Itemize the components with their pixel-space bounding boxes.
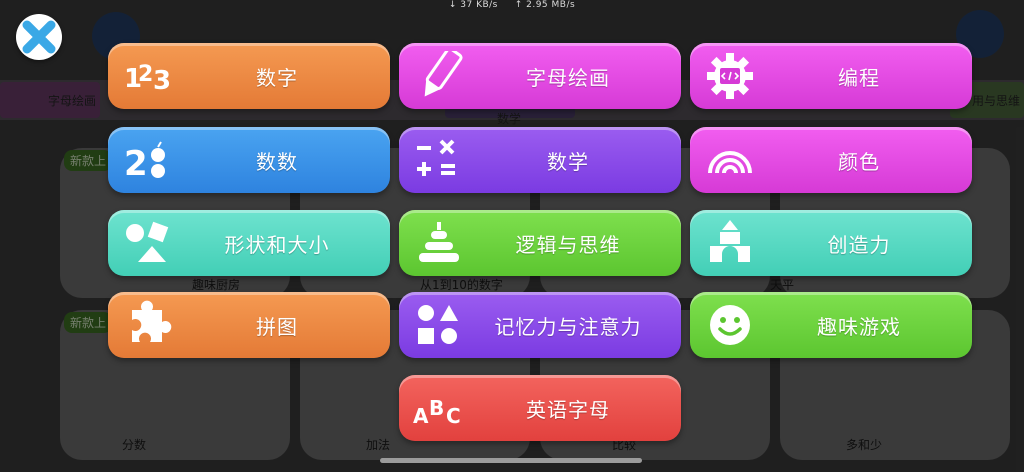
category-numbers-button[interactable]: 1 2 3 数字 [108,43,390,109]
download-arrow-icon: ↓ [448,0,457,10]
category-label: 颜色 [838,149,880,174]
category-math-button[interactable]: 数学 [399,127,681,193]
upload-arrow-icon: ↑ [514,0,523,10]
pencil-icon [424,51,463,97]
category-creativity-button[interactable]: 创造力 [690,210,972,276]
counting-apples-icon: 2 [124,141,165,184]
svg-text:C: C [446,404,462,428]
category-label: 逻辑与思维 [515,232,621,257]
abc-letters-icon: A B C [413,396,462,428]
svg-text:2: 2 [138,62,154,87]
svg-text:A: A [413,404,429,428]
upload-speed: 2.95 MB/s [526,0,576,10]
code-gear-icon [707,53,753,99]
category-puzzle-button[interactable]: 拼图 [108,292,390,358]
memory-shapes-icon [418,305,458,344]
category-label: 数数 [256,149,298,174]
category-label: 编程 [838,65,880,90]
download-speed: 37 KB/s [460,0,498,10]
category-logic-button[interactable]: 逻辑与思维 [399,210,681,276]
rainbow-icon [708,151,752,174]
category-label: 拼图 [256,314,298,339]
stacking-rings-icon [419,222,459,262]
category-label: 字母绘画 [526,65,610,90]
category-label: 数学 [547,149,589,174]
category-english-alphabet-button[interactable]: A B C 英语字母 [399,375,681,441]
category-shapes-button[interactable]: 形状和大小 [108,210,390,276]
smiley-icon [710,305,750,345]
close-button[interactable] [16,14,62,60]
numbers-123-icon: 1 2 3 [124,62,172,96]
puzzle-piece-icon [132,300,172,342]
category-label: 形状和大小 [224,232,330,257]
category-letter-drawing-button[interactable]: 字母绘画 [399,43,681,109]
category-memory-button[interactable]: 记忆力与注意力 [399,292,681,358]
category-label: 英语字母 [526,397,610,422]
category-label: 记忆力与注意力 [494,314,642,339]
category-label: 数字 [256,65,298,90]
close-icon [22,20,56,54]
category-fun-games-button[interactable]: 趣味游戏 [690,292,972,358]
shapes-icon [126,221,169,262]
svg-text:2: 2 [124,144,149,184]
building-blocks-icon [710,220,750,262]
category-label: 趣味游戏 [817,314,901,339]
category-counting-button[interactable]: 2 数数 [108,127,390,193]
svg-text:3: 3 [153,66,172,96]
category-label: 创造力 [827,232,891,257]
home-indicator[interactable] [380,458,642,463]
category-coding-button[interactable]: 编程 [690,43,972,109]
math-operators-icon [417,139,455,176]
svg-text:B: B [429,396,445,420]
category-colors-button[interactable]: 颜色 [690,127,972,193]
status-bar: ↓ 37 KB/s ↑ 2.95 MB/s [0,0,1024,10]
